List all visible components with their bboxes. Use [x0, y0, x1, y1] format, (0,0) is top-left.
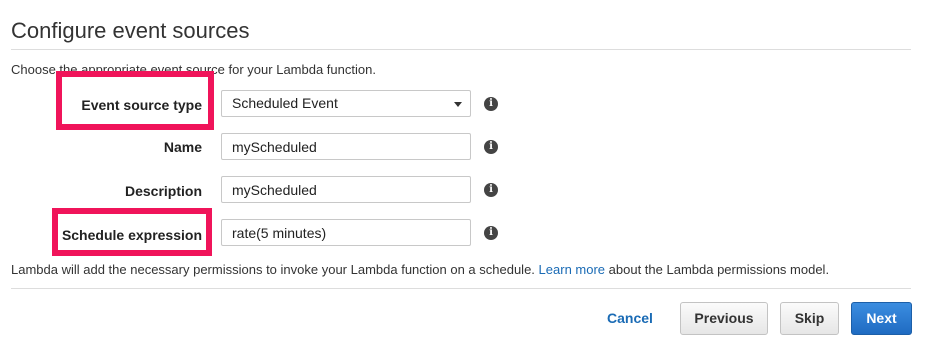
cancel-button[interactable]: Cancel	[596, 302, 664, 335]
info-icon[interactable]: i	[484, 97, 498, 111]
chevron-down-icon	[454, 102, 462, 107]
configure-event-sources-page: Configure event sources Choose the appro…	[0, 0, 928, 356]
next-button[interactable]: Next	[851, 302, 912, 335]
permissions-text-after: about the Lambda permissions model.	[608, 262, 830, 277]
info-icon[interactable]: i	[484, 226, 498, 240]
event-source-type-select[interactable]: Scheduled Event	[221, 90, 471, 117]
page-title: Configure event sources	[11, 18, 250, 43]
info-icon[interactable]: i	[484, 140, 498, 154]
permissions-note: Lambda will add the necessary permission…	[11, 262, 829, 277]
title-divider	[11, 49, 911, 50]
name-label: Name	[163, 139, 202, 155]
footer-divider	[11, 288, 911, 289]
description-input[interactable]	[221, 176, 471, 203]
previous-button[interactable]: Previous	[680, 302, 768, 335]
schedule-expression-label: Schedule expression	[61, 227, 202, 243]
description-label: Description	[124, 183, 202, 199]
skip-button[interactable]: Skip	[780, 302, 839, 335]
learn-more-link[interactable]: Learn more	[539, 262, 605, 277]
event-source-type-label: Event source type	[81, 97, 202, 113]
name-input[interactable]	[221, 133, 471, 160]
permissions-text-before: Lambda will add the necessary permission…	[11, 262, 535, 277]
info-icon[interactable]: i	[484, 183, 498, 197]
schedule-expression-input[interactable]	[221, 219, 471, 246]
event-source-type-value: Scheduled Event	[232, 95, 338, 111]
